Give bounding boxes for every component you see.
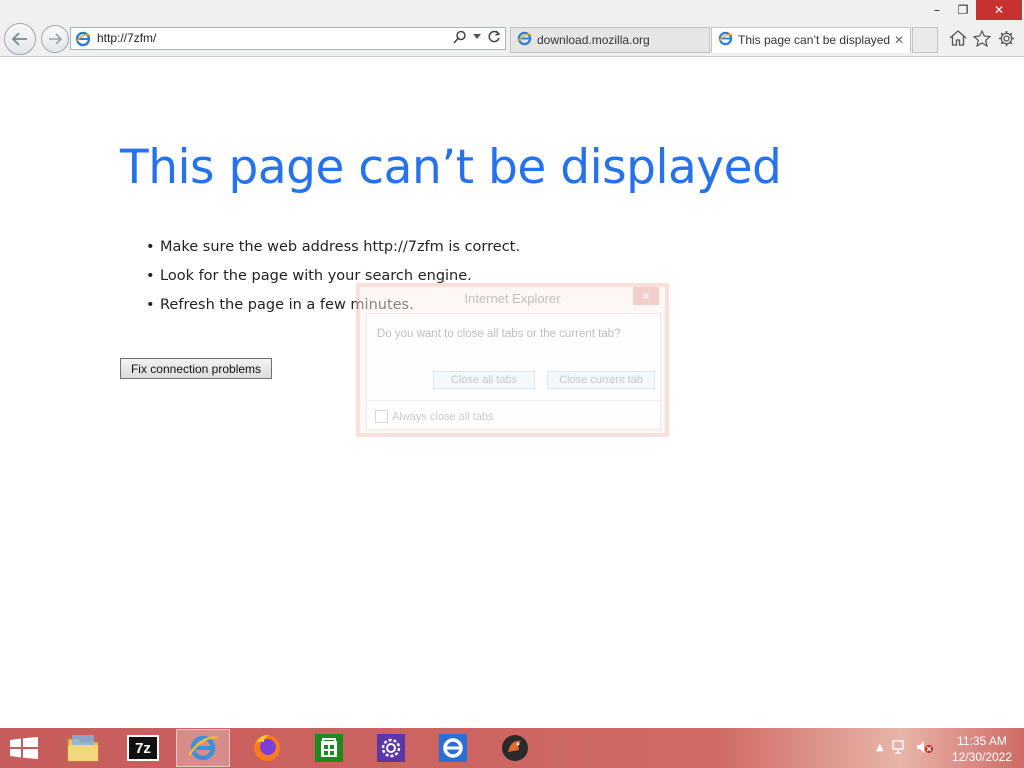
network-icon[interactable] xyxy=(892,740,908,754)
dialog-title: Internet Explorer xyxy=(464,291,561,306)
taskbar-internet-explorer[interactable] xyxy=(176,729,230,767)
always-close-checkbox[interactable]: Always close all tabs xyxy=(375,410,494,423)
url-text[interactable]: http://7zfm/ xyxy=(97,31,156,45)
taskbar-internet-explorer-2[interactable] xyxy=(426,729,480,767)
taskbar-app[interactable] xyxy=(488,729,542,767)
internet-explorer-icon xyxy=(439,734,467,762)
ie-page-icon xyxy=(517,31,532,49)
tab-label: This page can’t be displayed xyxy=(738,33,891,47)
new-tab-button[interactable] xyxy=(912,27,938,53)
taskbar-settings[interactable] xyxy=(364,729,418,767)
settings-gear-icon xyxy=(377,734,405,762)
taskbar: 7z ▲ 11:35 AM 12/30/2022 xyxy=(0,728,1024,768)
restore-button[interactable]: ❐ xyxy=(948,0,978,20)
tab-page-cant-be-displayed[interactable]: This page can’t be displayed ✕ xyxy=(711,27,911,53)
ie-page-icon xyxy=(718,31,733,49)
tab-close-icon[interactable]: ✕ xyxy=(894,33,904,47)
navigation-bar: http://7zfm/ download.mozilla.org This p… xyxy=(0,22,1024,57)
taskbar-store[interactable] xyxy=(302,729,356,767)
clock-time: 11:35 AM xyxy=(957,734,1007,748)
back-arrow-icon xyxy=(12,32,27,46)
firefox-icon xyxy=(254,735,280,761)
search-icon[interactable] xyxy=(453,30,467,44)
taskbar-file-explorer[interactable] xyxy=(56,729,110,767)
favorites-star-icon[interactable] xyxy=(972,28,992,48)
page-title: This page can’t be displayed xyxy=(120,140,782,195)
tab-label: download.mozilla.org xyxy=(537,33,650,47)
home-icon[interactable] xyxy=(948,28,968,48)
title-bar: – ❐ ✕ xyxy=(0,0,1024,22)
dialog-divider xyxy=(367,400,660,401)
close-tabs-dialog: Internet Explorer ✕ Do you want to close… xyxy=(356,283,669,437)
dialog-close-icon[interactable]: ✕ xyxy=(633,287,659,305)
ie-page-icon xyxy=(75,31,91,51)
tab-download-mozilla[interactable]: download.mozilla.org xyxy=(510,27,710,53)
checkbox-label: Always close all tabs xyxy=(392,410,494,423)
forward-arrow-icon xyxy=(49,33,62,45)
fix-connection-problems-button[interactable]: Fix connection problems xyxy=(120,358,272,379)
dialog-body: Do you want to close all tabs or the cur… xyxy=(366,313,661,430)
internet-explorer-icon xyxy=(188,735,219,761)
close-window-button[interactable]: ✕ xyxy=(976,0,1022,20)
suggestion-item: Make sure the web address http://7zfm is… xyxy=(146,237,520,266)
windows-logo-icon xyxy=(10,737,38,759)
system-clock[interactable]: 11:35 AM 12/30/2022 xyxy=(944,733,1020,765)
store-icon xyxy=(315,734,343,762)
folder-icon xyxy=(67,735,99,762)
volume-muted-icon[interactable] xyxy=(916,740,934,754)
taskbar-firefox[interactable] xyxy=(240,729,294,767)
taskbar-7zip[interactable]: 7z xyxy=(116,729,170,767)
dropdown-arrow-icon[interactable] xyxy=(473,34,481,40)
back-button[interactable] xyxy=(4,23,36,55)
address-bar[interactable]: http://7zfm/ xyxy=(70,27,506,50)
show-hidden-icons-arrow-icon[interactable]: ▲ xyxy=(876,742,884,753)
close-all-tabs-button[interactable]: Close all tabs xyxy=(433,371,535,389)
bird-app-icon xyxy=(502,735,528,761)
checkbox-box[interactable] xyxy=(375,410,388,423)
clock-date: 12/30/2022 xyxy=(951,750,1013,764)
dialog-question: Do you want to close all tabs or the cur… xyxy=(377,328,621,340)
7zip-icon: 7z xyxy=(127,735,159,761)
forward-button[interactable] xyxy=(41,25,69,53)
close-current-tab-button[interactable]: Close current tab xyxy=(547,371,655,389)
start-button[interactable] xyxy=(10,737,38,763)
refresh-icon[interactable] xyxy=(487,30,501,44)
settings-gear-icon[interactable] xyxy=(996,28,1016,48)
